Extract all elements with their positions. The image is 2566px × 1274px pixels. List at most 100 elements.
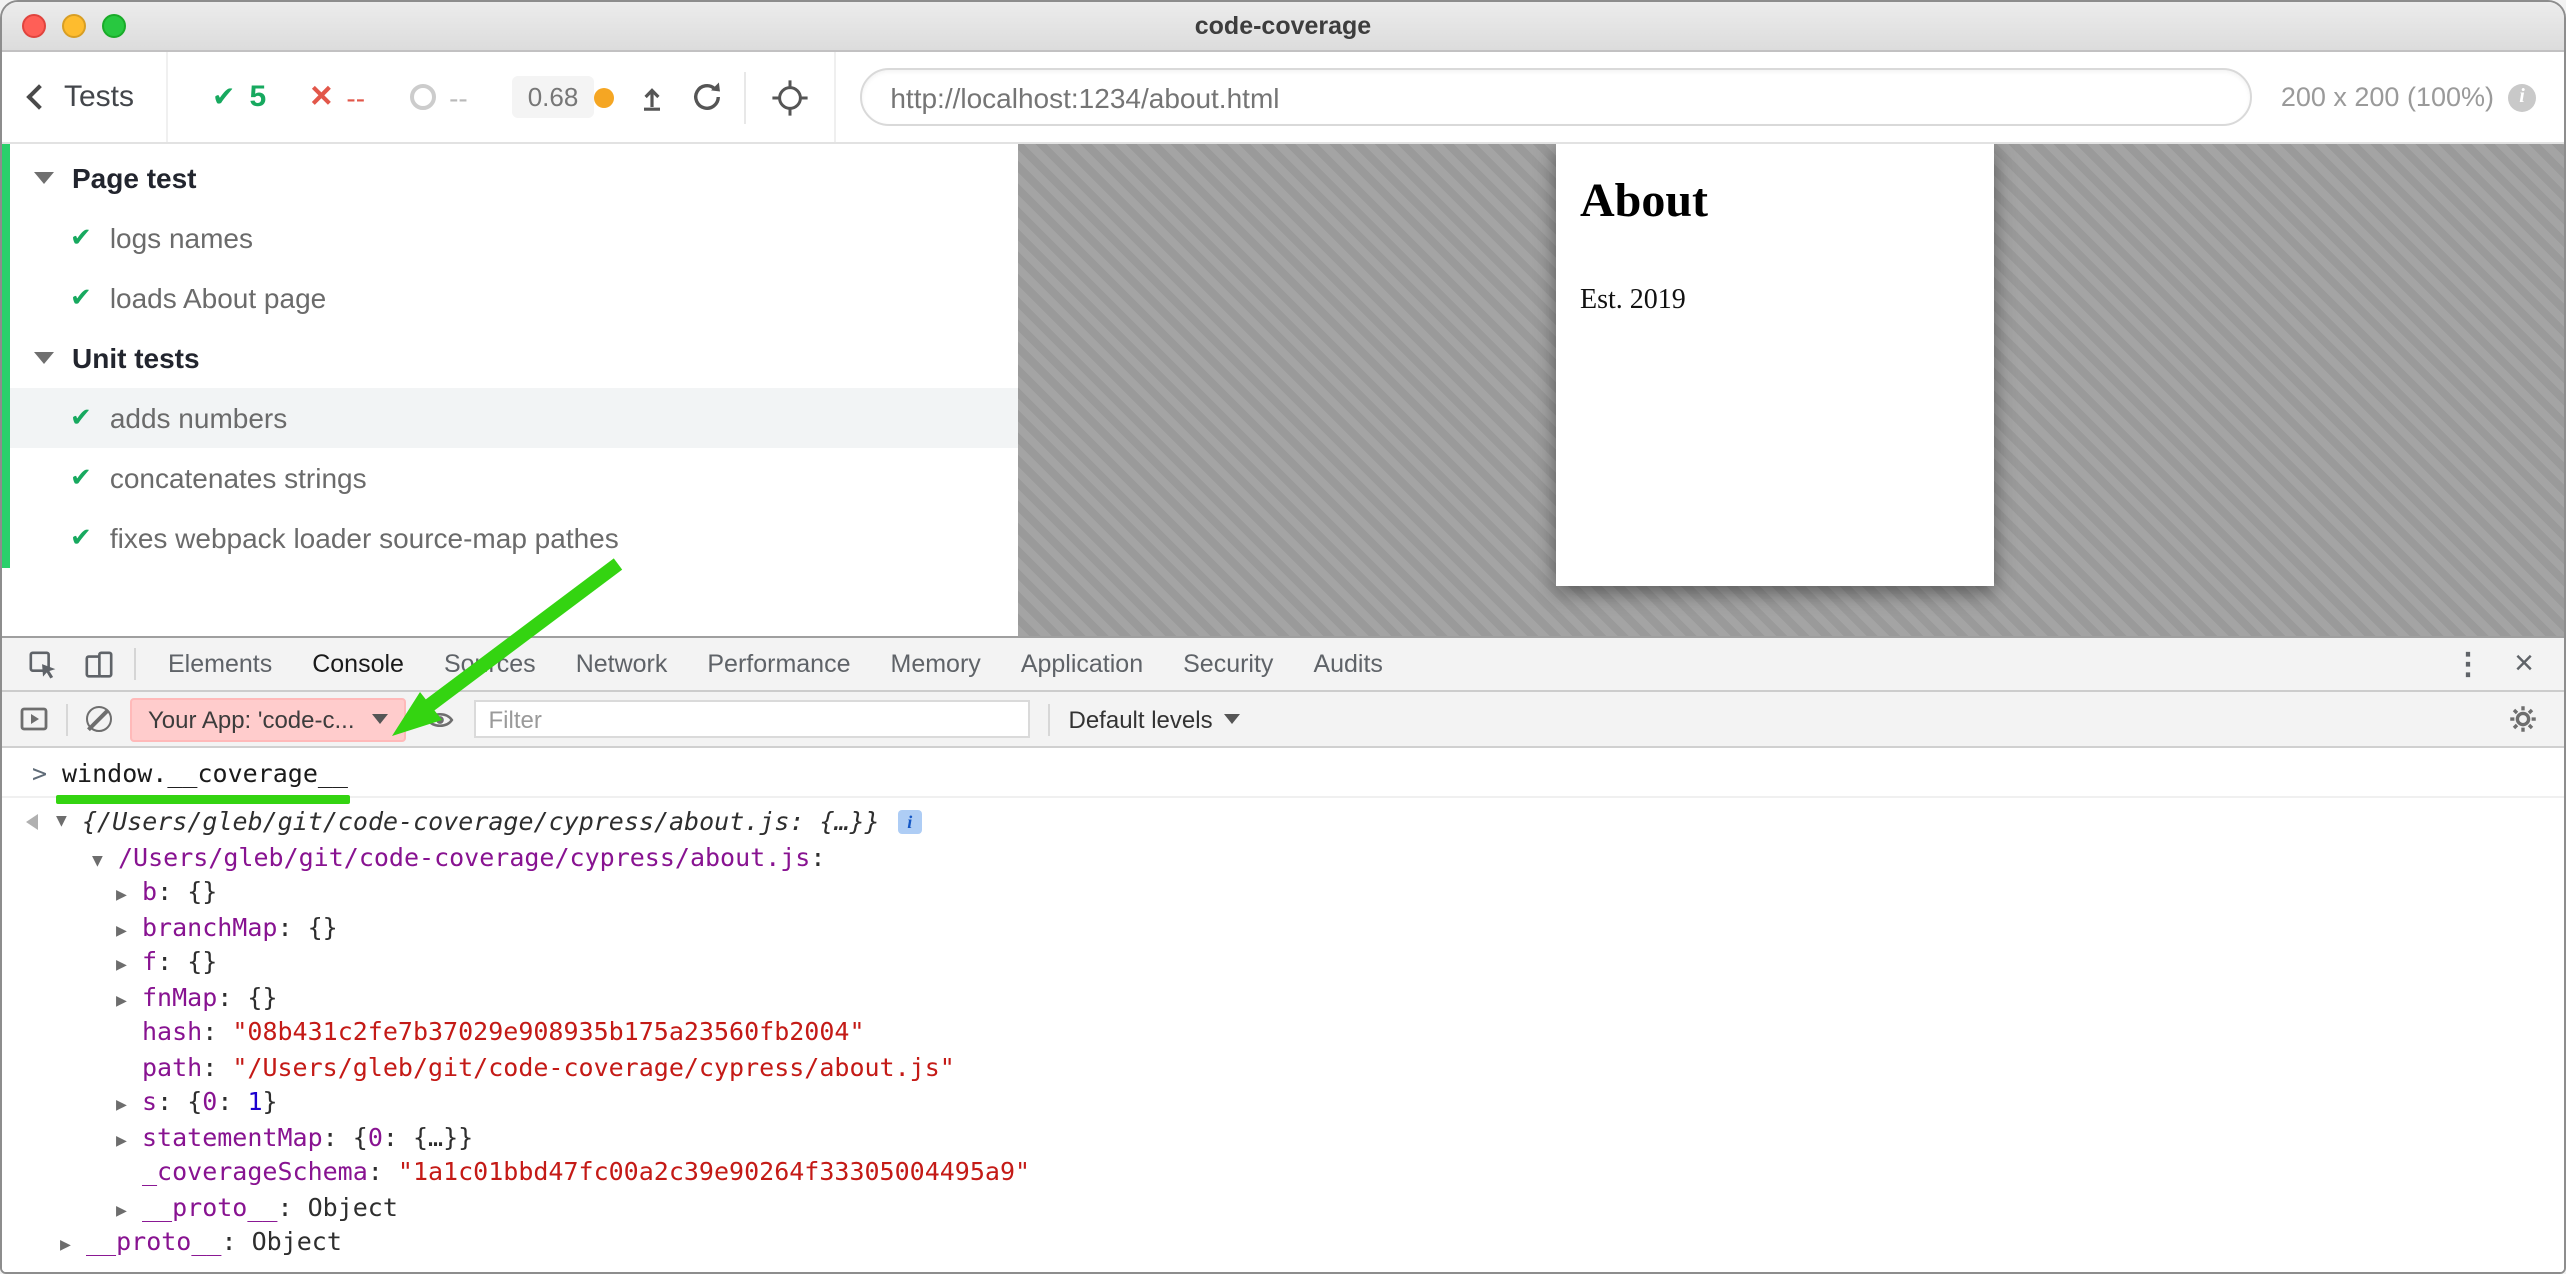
aut-panel: About Est. 2019 <box>1018 144 2564 636</box>
log-levels-dropdown[interactable]: Default levels <box>1069 705 1241 733</box>
console-tree-row[interactable]: ▼/Users/gleb/git/code-coverage/cypress/a… <box>2 839 2564 874</box>
test-row[interactable]: ✔adds numbers <box>2 388 1018 448</box>
value-part: {} <box>247 981 277 1011</box>
console-filter-input[interactable] <box>475 700 1031 738</box>
test-name: logs names <box>110 222 253 254</box>
console-sidebar-icon[interactable] <box>20 706 48 732</box>
console-result-row[interactable]: {/Users/gleb/git/code-coverage/cypress/a… <box>2 804 2564 839</box>
scroll-top-icon[interactable] <box>638 83 666 111</box>
property-name: branchMap <box>142 911 277 941</box>
collapse-caret-icon[interactable] <box>34 352 54 364</box>
pending-count: -- <box>449 81 468 113</box>
console-toolbar-divider <box>66 703 68 735</box>
console-tree-row[interactable]: ▶f: {} <box>2 944 2564 979</box>
tab-security[interactable]: Security <box>1163 638 1293 690</box>
check-icon <box>212 79 235 115</box>
suite-row[interactable]: Unit tests <box>2 328 1018 388</box>
value-part: { <box>187 1086 202 1116</box>
console-tree-row[interactable]: ▶fnMap: {} <box>2 979 2564 1014</box>
back-to-tests-button[interactable]: Tests <box>2 52 168 142</box>
value-part: Object <box>308 1191 398 1221</box>
clear-console-icon[interactable] <box>86 706 112 732</box>
suite-row[interactable]: Page test <box>2 148 1018 208</box>
triangle-expanded-icon[interactable]: ▼ <box>92 845 118 880</box>
collapse-caret-icon[interactable] <box>34 172 54 184</box>
address-bar[interactable]: http://localhost:1234/about.html <box>860 68 2253 126</box>
pending-stat: -- <box>409 81 468 113</box>
crosshair-icon <box>770 77 810 117</box>
refresh-icon[interactable] <box>690 80 724 114</box>
tab-network[interactable]: Network <box>556 638 688 690</box>
test-reporter: Page test ✔ logs names ✔loads About page Uni… <box>2 144 1018 636</box>
failed-count: -- <box>346 81 365 113</box>
console-tree-row[interactable]: ▶__proto__: Object <box>2 1189 2564 1224</box>
app-window: code-coverage Tests 5 -- -- 0.68 <box>0 0 2566 1274</box>
console-tree-row[interactable]: ▶statementMap: {0: {…}} <box>2 1119 2564 1154</box>
passed-count: 5 <box>250 80 267 114</box>
test-row[interactable]: ✔concatenates strings <box>2 448 1018 508</box>
execution-context-selector[interactable]: Your App: 'code-c... <box>130 697 407 741</box>
test-name: concatenates strings <box>110 462 367 494</box>
url-text: http://localhost:1234/about.html <box>890 81 1279 113</box>
console-tree-row: hash: "08b431c2fe7b37029e908935b175a2356… <box>2 1014 2564 1049</box>
tab-console[interactable]: Console <box>292 638 424 690</box>
info-icon[interactable] <box>2508 83 2536 111</box>
test-row[interactable]: ✔loads About page <box>2 268 1018 328</box>
property-name: /Users/gleb/git/code-coverage/cypress/ab… <box>118 841 810 871</box>
separator: : <box>277 911 307 941</box>
test-row[interactable]: ✔ logs names <box>2 208 1018 268</box>
result-preview: {/Users/gleb/git/code-coverage/cypress/a… <box>82 807 880 837</box>
result-arrow-icon <box>26 814 38 830</box>
live-expression-eye-icon[interactable] <box>425 705 457 733</box>
check-icon: ✔ <box>70 282 92 314</box>
levels-label: Default levels <box>1069 705 1213 733</box>
tab-elements[interactable]: Elements <box>148 638 292 690</box>
titlebar: code-coverage <box>2 2 2564 52</box>
tab-performance[interactable]: Performance <box>687 638 870 690</box>
test-row[interactable]: ✔fixes webpack loader source-map pathes <box>2 508 1018 568</box>
value-part: 0 <box>368 1121 383 1151</box>
command-log-stripe <box>2 144 10 568</box>
devtools-tabs: ElementsConsoleSourcesNetworkPerformance… <box>148 638 1403 690</box>
close-window-button[interactable] <box>22 14 46 38</box>
tab-application[interactable]: Application <box>1001 638 1163 690</box>
console-tree-row[interactable]: ▶s: {0: 1} <box>2 1084 2564 1119</box>
inspect-element-icon[interactable] <box>14 638 70 690</box>
separator: : <box>157 1086 187 1116</box>
console-command: window.__coverage__ <box>62 756 348 790</box>
zoom-window-button[interactable] <box>102 14 126 38</box>
console-tree-row[interactable]: ▶__proto__: Object <box>2 1224 2564 1259</box>
suite-title: Unit tests <box>72 342 200 374</box>
property-name: statementMap <box>142 1121 323 1151</box>
selector-playground-button[interactable] <box>746 52 836 142</box>
status-dot-icon <box>594 87 614 107</box>
value-part: "/Users/gleb/git/code-coverage/cypress/a… <box>232 1051 954 1081</box>
check-icon: ✔ <box>70 222 92 254</box>
console-tree-row[interactable]: ▶b: {} <box>2 874 2564 909</box>
triangle-collapsed-icon[interactable]: ▶ <box>60 1230 86 1265</box>
value-part: {…} <box>413 1121 458 1151</box>
console-tree-row[interactable]: ▶branchMap: {} <box>2 909 2564 944</box>
x-icon <box>310 77 332 117</box>
test-name: adds numbers <box>110 402 287 434</box>
tab-audits[interactable]: Audits <box>1293 638 1403 690</box>
aut-subtitle: Est. 2019 <box>1580 286 1970 318</box>
tab-memory[interactable]: Memory <box>871 638 1001 690</box>
minimize-window-button[interactable] <box>62 14 86 38</box>
test-list: Page test ✔ logs names ✔loads About page Uni… <box>2 144 1018 568</box>
evaluated-info-icon[interactable] <box>898 810 922 834</box>
failed-stat: -- <box>310 77 365 117</box>
separator: : <box>217 981 247 1011</box>
value-part: { <box>353 1121 368 1151</box>
close-devtools-icon[interactable] <box>2496 638 2552 690</box>
separator: : <box>202 1051 232 1081</box>
value-part: {} <box>187 876 217 906</box>
triangle-expanded-icon[interactable] <box>56 812 82 832</box>
more-options-icon[interactable] <box>2440 638 2496 690</box>
device-toolbar-icon[interactable] <box>70 638 126 690</box>
tab-sources[interactable]: Sources <box>424 638 556 690</box>
devtools-tabbar: ElementsConsoleSourcesNetworkPerformance… <box>2 638 2564 692</box>
viewport-controls <box>594 80 724 114</box>
settings-gear-icon[interactable] <box>2508 704 2538 734</box>
context-label: Your App: 'code-c... <box>148 705 355 733</box>
